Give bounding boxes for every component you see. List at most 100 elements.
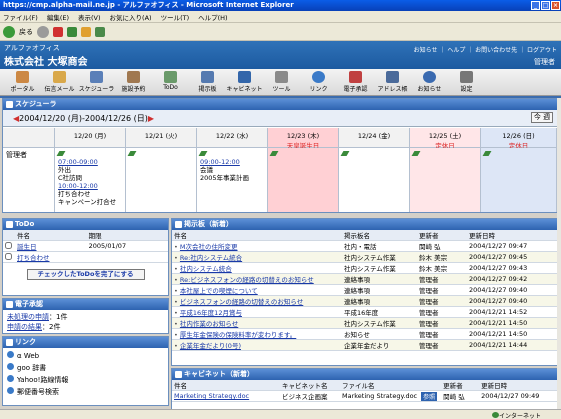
menu-help[interactable]: ヘルプ(H) bbox=[198, 12, 227, 22]
board-link[interactable]: 社内作業のお知らせ bbox=[180, 320, 238, 328]
todo-checkbox[interactable] bbox=[5, 241, 12, 249]
nav-board[interactable]: 掲示板 bbox=[189, 69, 226, 93]
board-link[interactable]: 厚生年金保険の保険料率が変わります。 bbox=[180, 331, 296, 339]
todo-checkbox[interactable] bbox=[5, 252, 12, 260]
maximize-button[interactable]: □ bbox=[541, 1, 550, 10]
day-cell[interactable] bbox=[410, 148, 481, 212]
link-label[interactable]: Yahoo!路線情報 bbox=[17, 376, 68, 384]
board-link[interactable]: ビジネスフォンの経路の切替えのお知らせ bbox=[180, 298, 303, 306]
view-file-button[interactable]: 参照 bbox=[421, 391, 438, 401]
menu-file[interactable]: ファイル(F) bbox=[3, 12, 38, 22]
link-label[interactable]: 郵便番号検索 bbox=[17, 388, 59, 396]
menu-edit[interactable]: 編集(E) bbox=[47, 12, 69, 22]
add-event-icon[interactable] bbox=[340, 151, 350, 156]
link-item[interactable]: Yahoo!路線情報 bbox=[7, 374, 164, 386]
complete-todo-button[interactable]: チェックしたToDoを完了にする bbox=[26, 269, 145, 280]
nav-notice[interactable]: お知らせ bbox=[411, 69, 448, 93]
board-link[interactable]: 企業年金だより(0号) bbox=[180, 342, 241, 350]
event-time-link[interactable]: 09:00-12:00 bbox=[200, 158, 267, 166]
add-event-icon[interactable] bbox=[198, 151, 208, 156]
nav-facility[interactable]: 施設予約 bbox=[115, 69, 152, 93]
todo-link[interactable]: 誕生日 bbox=[17, 243, 37, 251]
history-icon[interactable] bbox=[95, 26, 105, 37]
day-cell[interactable] bbox=[268, 148, 339, 212]
todo-link[interactable]: 打ち合わせ bbox=[17, 254, 50, 262]
day-cell[interactable] bbox=[126, 148, 197, 212]
day-cell[interactable]: 07:00-09:00 外出 C社訪問 10:00-12:00 打ち合わせ キャンペーン打… bbox=[55, 148, 126, 212]
refresh-icon[interactable] bbox=[67, 26, 77, 37]
top-links[interactable]: お知らせ ｜ ヘルプ ｜ お問い合わせ先 ｜ ログアウト bbox=[414, 45, 557, 54]
nav-portal[interactable]: ポータル bbox=[4, 69, 41, 93]
approval-results-link[interactable]: 申請の結果 bbox=[7, 323, 42, 331]
link-label[interactable]: goo 辞書 bbox=[17, 364, 46, 372]
day-label: 12/25 (土) bbox=[428, 132, 462, 140]
board-link[interactable]: 平成16年度12月賞与 bbox=[180, 309, 242, 317]
nav-addressbook[interactable]: アドレス帳 bbox=[374, 69, 411, 93]
day-header[interactable]: 12/24 (金) bbox=[339, 128, 410, 148]
event-time-link[interactable]: 10:00-12:00 bbox=[58, 182, 125, 190]
link-label[interactable]: α Web bbox=[17, 352, 39, 360]
board-name: 連絡事項 bbox=[342, 295, 417, 307]
board-link[interactable]: M次会社の住所変更 bbox=[180, 243, 238, 251]
cabinet-col-updater: 更新者 bbox=[441, 380, 480, 391]
pending-approval-link[interactable]: 未処理の申請 bbox=[7, 313, 49, 321]
home-icon[interactable] bbox=[81, 26, 91, 37]
this-week-button[interactable]: 今 週 bbox=[531, 112, 553, 123]
day-header[interactable]: 12/26 (日) 定休日 bbox=[481, 128, 557, 150]
stop-icon[interactable] bbox=[53, 26, 63, 37]
day-header[interactable]: 12/23 (木) 天皇誕生日 bbox=[268, 128, 339, 150]
next-week-icon[interactable]: ▶ bbox=[148, 114, 154, 123]
approval-icon bbox=[6, 301, 13, 308]
back-icon[interactable] bbox=[3, 25, 15, 38]
event-time-link[interactable]: 07:00-09:00 bbox=[58, 158, 125, 166]
event-text: キャンペーン打合せ bbox=[58, 198, 117, 206]
nav-settings[interactable]: 設定 bbox=[448, 69, 485, 93]
day-cell[interactable] bbox=[339, 148, 410, 212]
add-event-icon[interactable] bbox=[482, 151, 492, 156]
nav-tools[interactable]: ツール bbox=[263, 69, 300, 93]
globe-icon bbox=[7, 387, 14, 394]
forward-icon[interactable] bbox=[37, 25, 49, 38]
page-scrollbar[interactable] bbox=[557, 98, 561, 409]
day-header[interactable]: 12/25 (土) 定休日 bbox=[410, 128, 481, 150]
menu-view[interactable]: 表示(V) bbox=[78, 12, 101, 22]
top-links-text[interactable]: お知らせ ｜ ヘルプ ｜ お問い合わせ先 ｜ ログアウト bbox=[414, 47, 557, 54]
day-header[interactable]: 12/22 (水) bbox=[197, 128, 268, 148]
todo-check-header bbox=[3, 230, 15, 241]
board-link[interactable]: 社内システム統合 bbox=[180, 265, 232, 273]
add-event-icon[interactable] bbox=[56, 151, 66, 156]
close-button[interactable]: × bbox=[551, 1, 560, 10]
menu-tools[interactable]: ツール(T) bbox=[161, 12, 190, 22]
nav-links[interactable]: リンク bbox=[300, 69, 337, 93]
board-link[interactable]: Re:ビジネスフォンの経路の切替えのお知らせ bbox=[180, 276, 314, 284]
cabinet-subject-link[interactable]: Marketing Strategy.doc bbox=[174, 392, 249, 400]
nav-scheduler[interactable]: スケジューラ bbox=[78, 69, 115, 93]
board-updated: 2004/12/27 09:42 bbox=[467, 273, 557, 285]
add-event-icon[interactable] bbox=[269, 151, 279, 156]
mail-icon bbox=[53, 71, 66, 83]
link-icon bbox=[6, 339, 13, 346]
cabinet-icon bbox=[175, 371, 182, 378]
link-item[interactable]: 郵便番号検索 bbox=[7, 386, 164, 398]
day-cell[interactable] bbox=[481, 148, 557, 212]
nav-label: アドレス帳 bbox=[377, 86, 408, 93]
add-event-icon[interactable] bbox=[127, 151, 137, 156]
board-link[interactable]: 本社屋上での喫煙について bbox=[180, 287, 258, 295]
nav-cabinet[interactable]: キャビネット bbox=[226, 69, 263, 93]
nav-approval[interactable]: 電子承認 bbox=[337, 69, 374, 93]
link-item[interactable]: α Web bbox=[7, 350, 164, 362]
back-label[interactable]: 戻る bbox=[19, 27, 33, 37]
day-header[interactable]: 12/21 (火) bbox=[126, 128, 197, 148]
minimize-button[interactable]: _ bbox=[531, 1, 540, 10]
day-cell[interactable]: 09:00-12:00 会議 2005年事業計画 bbox=[197, 148, 268, 212]
link-item[interactable]: goo 辞書 bbox=[7, 362, 164, 374]
date-range-text: 2004/12/20 (月)-2004/12/26 (日) bbox=[19, 114, 148, 123]
board-updated: 2004/12/21 14:50 bbox=[467, 317, 557, 329]
board-updater: 管理者 bbox=[417, 306, 467, 318]
menu-favorites[interactable]: お気に入り(A) bbox=[110, 12, 152, 22]
nav-todo[interactable]: ToDo bbox=[152, 69, 189, 91]
board-link[interactable]: Re:社内システム統合 bbox=[180, 254, 242, 262]
nav-message[interactable]: 伝言メール bbox=[41, 69, 78, 93]
day-header[interactable]: 12/20 (月) bbox=[55, 128, 126, 148]
add-event-icon[interactable] bbox=[411, 151, 421, 156]
